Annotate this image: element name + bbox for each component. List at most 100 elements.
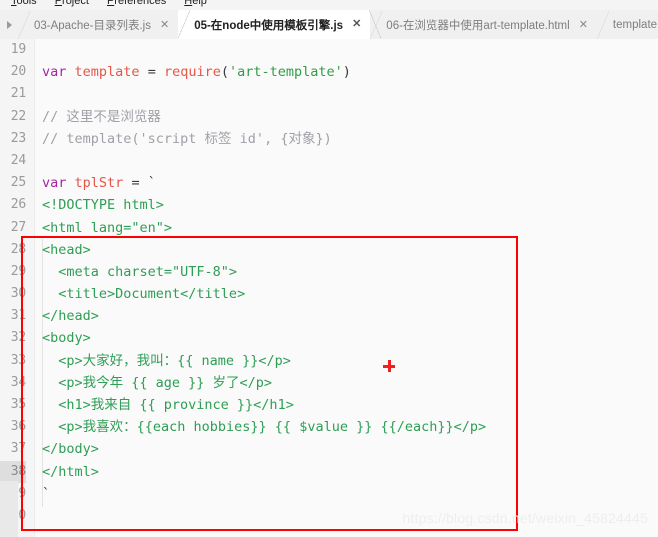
code-line[interactable]: 28 <head> xyxy=(0,239,658,261)
token-html: <html lang="en"> xyxy=(42,219,173,236)
code-text: <p>大家好，我叫：{{ name }}</p> xyxy=(42,350,291,372)
code-text: ` xyxy=(42,483,50,505)
menu-bar: Tools Project Preferences Help xyxy=(0,0,658,10)
code-text: </html> xyxy=(42,461,99,483)
editor-tab[interactable]: template.html✕ xyxy=(596,11,658,39)
code-line[interactable]: 40 xyxy=(0,505,658,527)
code-text: <meta charset="UTF-8"> xyxy=(42,261,237,283)
code-line[interactable]: 27 <html lang="en"> xyxy=(0,217,658,239)
code-text: <p>我今年 {{ age }} 岁了</p> xyxy=(42,372,272,394)
code-line[interactable]: 24 xyxy=(0,150,658,172)
code-text: </head> xyxy=(42,305,99,327)
line-number: 33 xyxy=(10,352,26,368)
token-html: <p>我喜欢：{{each hobbies}} {{ $value }} {{/… xyxy=(42,419,487,436)
code-content[interactable]: 19 20 var template = require('art-template… xyxy=(0,39,658,537)
token-html: <head> xyxy=(42,241,91,258)
line-number: 30 xyxy=(10,286,26,302)
line-number: 22 xyxy=(10,108,26,124)
code-text: <!DOCTYPE html> xyxy=(42,194,164,216)
line-number: 37 xyxy=(10,441,26,457)
tab-scroll-right-icon[interactable] xyxy=(0,10,18,39)
close-icon[interactable]: ✕ xyxy=(576,19,588,31)
line-number: 25 xyxy=(10,175,26,191)
line-number: 26 xyxy=(10,197,26,213)
code-text: <title>Document</title> xyxy=(42,283,245,305)
code-line[interactable]: 32 <body> xyxy=(0,327,658,349)
token-html: <!DOCTYPE html> xyxy=(42,197,164,214)
code-line[interactable]: 33 <p>大家好，我叫：{{ name }}</p> xyxy=(0,350,658,372)
token-pun xyxy=(66,64,74,80)
line-number: 19 xyxy=(10,42,26,57)
code-text: <h1>我来自 {{ province }}</h1> xyxy=(42,394,294,416)
token-html: </body> xyxy=(42,441,99,458)
line-number: 34 xyxy=(10,374,26,390)
code-line[interactable]: 20 var template = require('art-template') xyxy=(0,61,658,83)
code-line[interactable]: 38 </html> xyxy=(0,460,658,483)
token-html: <title>Document</title> xyxy=(42,286,246,303)
code-line[interactable]: 26 <!DOCTYPE html> xyxy=(0,194,658,216)
token-pun: ( xyxy=(220,64,229,81)
line-number: 29 xyxy=(10,263,26,279)
code-line[interactable]: 23 // template('script 标签 id', {对象}) xyxy=(0,128,658,150)
line-number: 20 xyxy=(10,64,26,80)
token-html: <p>我今年 {{ age }} 岁了</p> xyxy=(42,374,273,391)
token-html: </html> xyxy=(42,463,99,480)
code-text: var tplStr = ` xyxy=(42,172,156,194)
token-tick: ` xyxy=(147,175,156,192)
token-fn: require xyxy=(163,64,221,81)
code-line[interactable]: 31 </head> xyxy=(0,305,658,327)
code-line[interactable]: 35 <h1>我来自 {{ province }}</h1> xyxy=(0,394,658,416)
line-number: 38 xyxy=(0,460,26,483)
tab-label: template.html xyxy=(612,19,658,31)
token-pun xyxy=(66,175,74,191)
close-icon[interactable]: ✕ xyxy=(157,19,169,31)
code-line[interactable]: 30 <title>Document</title> xyxy=(0,283,658,305)
line-number: 36 xyxy=(10,419,26,435)
menu-item-preferences[interactable]: Preferences xyxy=(98,0,175,10)
code-line[interactable]: 39 ` xyxy=(0,483,658,505)
token-html: </head> xyxy=(42,308,99,325)
token-str: 'art-template' xyxy=(229,64,343,81)
token-pun: ) xyxy=(342,64,351,81)
code-line[interactable]: 37 </body> xyxy=(0,438,658,460)
code-line[interactable]: 25 var tplStr = ` xyxy=(0,172,658,194)
code-line[interactable]: 19 xyxy=(0,39,658,61)
token-html: <p>大家好，我叫：{{ name }}</p> xyxy=(42,352,291,369)
line-number: 35 xyxy=(10,397,26,412)
editor-tab[interactable]: 06-在浏览器中使用art-template.html ✕ xyxy=(370,11,597,39)
token-var: template xyxy=(74,64,140,81)
line-number: 21 xyxy=(10,86,26,102)
line-number: 24 xyxy=(10,152,26,168)
code-line[interactable]: 34 <p>我今年 {{ age }} 岁了</p> xyxy=(0,372,658,394)
token-pun: = xyxy=(139,64,164,81)
code-line[interactable]: 36 <p>我喜欢：{{each hobbies}} {{ $value }} … xyxy=(0,416,658,438)
token-cmt: // 这里不是浏览器 xyxy=(42,108,161,125)
menu-item-help[interactable]: Help xyxy=(175,0,216,10)
code-line[interactable]: 29 <meta charset="UTF-8"> xyxy=(0,261,658,283)
horizontal-scrollbar[interactable] xyxy=(0,481,18,537)
code-text: <body> xyxy=(42,327,91,349)
token-tick: ` xyxy=(42,485,51,502)
token-html: <body> xyxy=(42,330,91,347)
editor-tab[interactable]: 03-Apache-目录列表.js ✕ xyxy=(18,11,179,39)
line-number: 23 xyxy=(10,130,26,146)
token-html: <h1>我来自 {{ province }}</h1> xyxy=(42,397,294,413)
menu-item-project[interactable]: Project xyxy=(46,0,98,10)
code-line[interactable]: 22 // 这里不是浏览器 xyxy=(0,106,658,128)
menu-item-tools[interactable]: Tools xyxy=(2,0,46,10)
line-number: 32 xyxy=(10,330,26,346)
code-editor[interactable]: 19 20 var template = require('art-template… xyxy=(0,39,658,537)
code-text: // 这里不是浏览器 xyxy=(42,106,161,128)
code-text: // template('script 标签 id', {对象}) xyxy=(42,128,332,150)
code-text: var template = require('art-template') xyxy=(42,61,351,83)
code-line[interactable]: 21 xyxy=(0,83,658,105)
code-text: <head> xyxy=(42,239,91,261)
tab-label: 06-在浏览器中使用art-template.html xyxy=(386,20,570,32)
token-pun: = xyxy=(123,175,148,192)
line-number: 27 xyxy=(10,219,26,235)
close-icon[interactable]: ✕ xyxy=(349,19,361,30)
tab-label: 05-在node中使用模板引擎.js xyxy=(194,19,344,32)
token-kw: var xyxy=(42,64,67,81)
editor-tab-active[interactable]: 05-在node中使用模板引擎.js ✕ xyxy=(178,10,382,39)
code-text: </body> xyxy=(42,438,99,460)
